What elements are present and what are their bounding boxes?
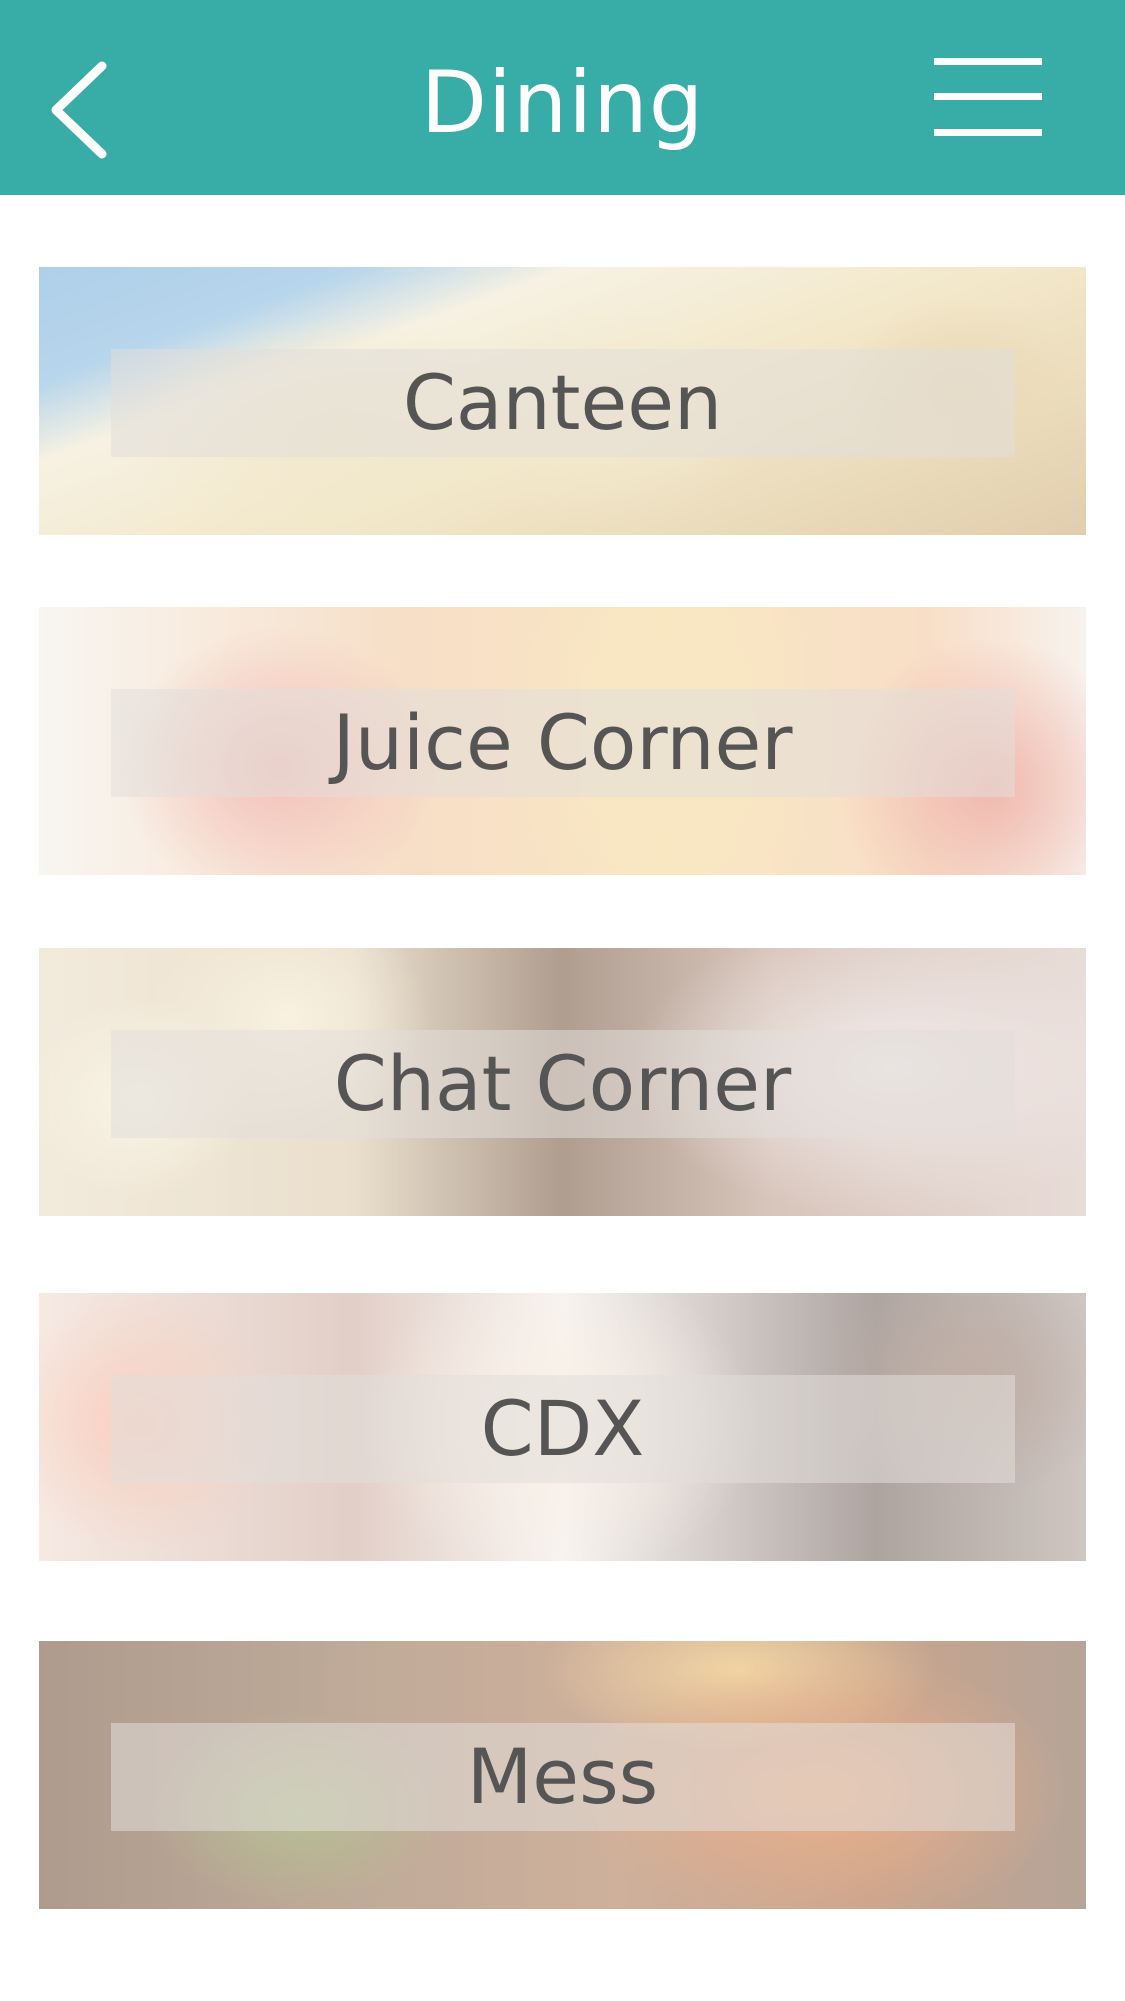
venue-label: Juice Corner [332, 698, 793, 787]
app-header: Dining [0, 0, 1125, 195]
venue-card-mess[interactable]: Mess [39, 1641, 1086, 1909]
venue-label: Canteen [402, 358, 723, 447]
venue-card-chat-corner[interactable]: Chat Corner [39, 948, 1086, 1216]
venue-label: CDX [480, 1384, 645, 1473]
hamburger-menu-icon [934, 58, 1042, 65]
venue-label: Mess [466, 1732, 659, 1821]
venue-card-canteen[interactable]: Canteen [39, 267, 1086, 535]
venue-card-juice-corner[interactable]: Juice Corner [39, 607, 1086, 875]
venue-card-cdx[interactable]: CDX [39, 1293, 1086, 1561]
venue-label: Chat Corner [333, 1039, 792, 1128]
menu-button[interactable] [934, 58, 1042, 136]
